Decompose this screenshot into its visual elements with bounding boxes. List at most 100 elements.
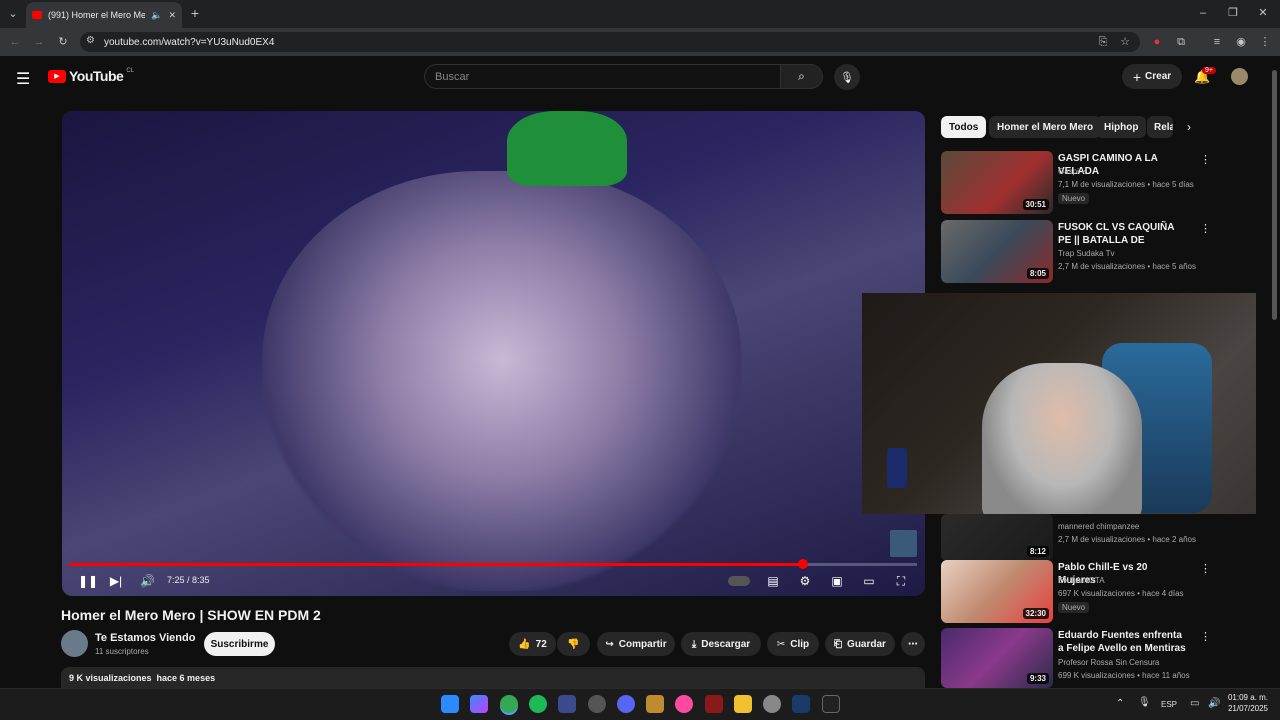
subtitles-icon[interactable]: ▤	[766, 574, 780, 588]
pause-icon[interactable]: ❚❚	[78, 574, 98, 588]
settings-gear-icon[interactable]: ⚙	[798, 574, 812, 588]
video-thumbnail[interactable]: 30:51	[941, 151, 1053, 214]
browser-tab[interactable]: (991) Homer el Mero Mero 🔈 ✕	[26, 2, 182, 28]
rec-channel[interactable]: EN LA NOTA	[1058, 576, 1105, 585]
minimize-icon[interactable]: –	[1196, 6, 1210, 20]
microphone-icon: 🎙	[840, 71, 854, 84]
rec-title[interactable]: Eduardo Fuentes enfrenta a Felipe Avello…	[1058, 629, 1188, 655]
save-button[interactable]: ⎗ Guardar	[825, 632, 895, 656]
extensions-icon[interactable]: ⧉	[1174, 35, 1188, 49]
more-actions-button[interactable]: ⋯	[901, 632, 925, 656]
tab-audio-icon[interactable]: 🔈	[151, 10, 162, 21]
channel-avatar[interactable]	[61, 630, 88, 657]
tray-clock[interactable]: 01:09 a. m. 21/07/2025	[1226, 693, 1268, 713]
steam-icon[interactable]	[792, 695, 810, 713]
site-info-icon[interactable]: ⚙	[86, 35, 95, 46]
description-box[interactable]: 9 K visualizaciones hace 6 meses	[61, 667, 925, 688]
volume-icon[interactable]: 🔊	[140, 574, 155, 588]
browser-menu-icon[interactable]: ⋮	[1258, 35, 1272, 49]
rec-meta: 697 K visualizaciones • hace 4 días	[1058, 589, 1184, 598]
forward-icon[interactable]: →	[32, 35, 46, 49]
tab-list-icon[interactable]: ⌄	[6, 7, 20, 21]
bookmark-star-icon[interactable]: ☆	[1118, 35, 1132, 49]
channel-name[interactable]: Te Estamos Viendo	[95, 632, 195, 644]
thumbs-down-icon: 👎	[567, 638, 580, 650]
seek-bar[interactable]	[69, 563, 917, 566]
youtube-logo[interactable]: ▶ YouTube CL	[48, 68, 134, 84]
more-vertical-icon[interactable]: ⋮	[1200, 222, 1211, 235]
search-button[interactable]: ⌕	[781, 64, 823, 89]
chip-homer[interactable]: Homer el Mero Mero	[989, 116, 1102, 138]
hamburger-menu-icon[interactable]: ☰	[16, 69, 30, 89]
extension-adblock-icon[interactable]: ●	[1150, 35, 1164, 49]
app-icon-record[interactable]	[588, 695, 606, 713]
fullscreen-icon[interactable]: ⛶	[894, 574, 908, 588]
tray-volume-icon[interactable]: 🔊	[1208, 698, 1220, 709]
back-icon[interactable]: ←	[8, 35, 22, 49]
list-item[interactable]: 32:30 Pablo Chill-E vs 20 Mujeres EN LA …	[941, 560, 1211, 624]
autoplay-toggle[interactable]	[728, 576, 750, 586]
app-icon-diamond[interactable]	[558, 695, 576, 713]
webcam-person	[982, 363, 1142, 514]
tab-close-icon[interactable]: ✕	[168, 10, 176, 21]
rec-channel[interactable]: Gaspi ✓	[1058, 167, 1088, 176]
new-tab-icon[interactable]: +	[188, 6, 202, 20]
app-icon-pink[interactable]	[675, 695, 693, 713]
create-button[interactable]: + Crear	[1122, 64, 1182, 89]
video-thumbnail[interactable]: 32:30	[941, 560, 1053, 623]
copilot-icon[interactable]	[470, 695, 488, 713]
miniplayer-icon[interactable]: ▣	[830, 574, 844, 588]
next-video-icon[interactable]: ▶|	[109, 574, 123, 588]
subscribe-button[interactable]: Suscribirme	[204, 632, 275, 656]
install-app-icon[interactable]: ⎘	[1096, 35, 1110, 49]
file-explorer-icon[interactable]	[734, 695, 752, 713]
tray-network-icon[interactable]: ▭	[1190, 698, 1199, 709]
rec-title[interactable]: FUSOK CL VS CAQUIÑA PE || BATALLA DE EXH…	[1058, 221, 1188, 247]
app-icon-shield[interactable]	[646, 695, 664, 713]
close-window-icon[interactable]: ✕	[1256, 6, 1270, 20]
media-control-icon[interactable]: ≡	[1210, 35, 1224, 49]
rec-channel[interactable]: Trap Sudaka Tv	[1058, 249, 1114, 258]
more-vertical-icon[interactable]: ⋮	[1200, 630, 1211, 643]
page-scrollbar[interactable]	[1272, 70, 1277, 320]
video-player[interactable]	[62, 111, 925, 596]
share-button[interactable]: ↪ Compartir	[597, 632, 675, 656]
video-thumbnail[interactable]: 8:05	[941, 220, 1053, 283]
account-avatar[interactable]	[1231, 68, 1248, 85]
voice-search-button[interactable]: 🎙	[834, 64, 860, 90]
more-vertical-icon[interactable]: ⋮	[1200, 153, 1211, 166]
chip-hiphop[interactable]: Hiphop	[1096, 116, 1147, 138]
reload-icon[interactable]: ↻	[56, 35, 70, 49]
list-item[interactable]: 8:05 FUSOK CL VS CAQUIÑA PE || BATALLA D…	[941, 220, 1211, 284]
start-windows-icon[interactable]	[441, 695, 459, 713]
theater-mode-icon[interactable]: ▭	[862, 574, 876, 588]
video-thumbnail[interactable]: 9:33	[941, 628, 1053, 688]
dislike-button[interactable]: 👎	[557, 632, 590, 656]
keyboard-language[interactable]: ESP	[1161, 700, 1177, 709]
download-button[interactable]: ⤓ Descargar	[681, 632, 761, 656]
chip-all[interactable]: Todos	[941, 116, 987, 138]
app-icon-24-7[interactable]	[822, 695, 840, 713]
chips-next-icon[interactable]: ›	[1187, 120, 1191, 134]
discord-icon[interactable]	[617, 695, 635, 713]
restore-icon[interactable]: ❐	[1226, 6, 1240, 20]
seek-bar-scrubber[interactable]	[797, 559, 808, 569]
chip-related[interactable]: Rela	[1147, 116, 1173, 138]
search-input[interactable]: Buscar	[424, 64, 781, 89]
address-bar[interactable]: ⚙ youtube.com/watch?v=YU3uNud0EX4	[80, 32, 1140, 52]
rec-channel[interactable]: Profesor Rossa Sin Censura	[1058, 658, 1159, 667]
clip-button[interactable]: ✂ Clip	[767, 632, 819, 656]
video-thumbnail[interactable]: 8:12	[941, 514, 1053, 561]
tray-chevron-icon[interactable]: ⌃	[1116, 698, 1124, 709]
more-vertical-icon[interactable]: ⋮	[1200, 562, 1211, 575]
app-icon-red[interactable]	[705, 695, 723, 713]
chrome-icon[interactable]	[500, 695, 518, 713]
list-item[interactable]: 30:51 GASPI CAMINO A LA VELADA Gaspi ✓ 7…	[941, 151, 1211, 215]
like-button[interactable]: 👍 72	[509, 632, 556, 656]
settings-icon[interactable]	[763, 695, 781, 713]
tray-mic-icon[interactable]: 🎙	[1138, 697, 1151, 708]
rec-channel[interactable]: mannered chimpanzee	[1058, 522, 1139, 531]
spotify-icon[interactable]	[529, 695, 547, 713]
profile-icon[interactable]: ◉	[1234, 35, 1248, 49]
list-item[interactable]: 9:33 Eduardo Fuentes enfrenta a Felipe A…	[941, 628, 1211, 688]
